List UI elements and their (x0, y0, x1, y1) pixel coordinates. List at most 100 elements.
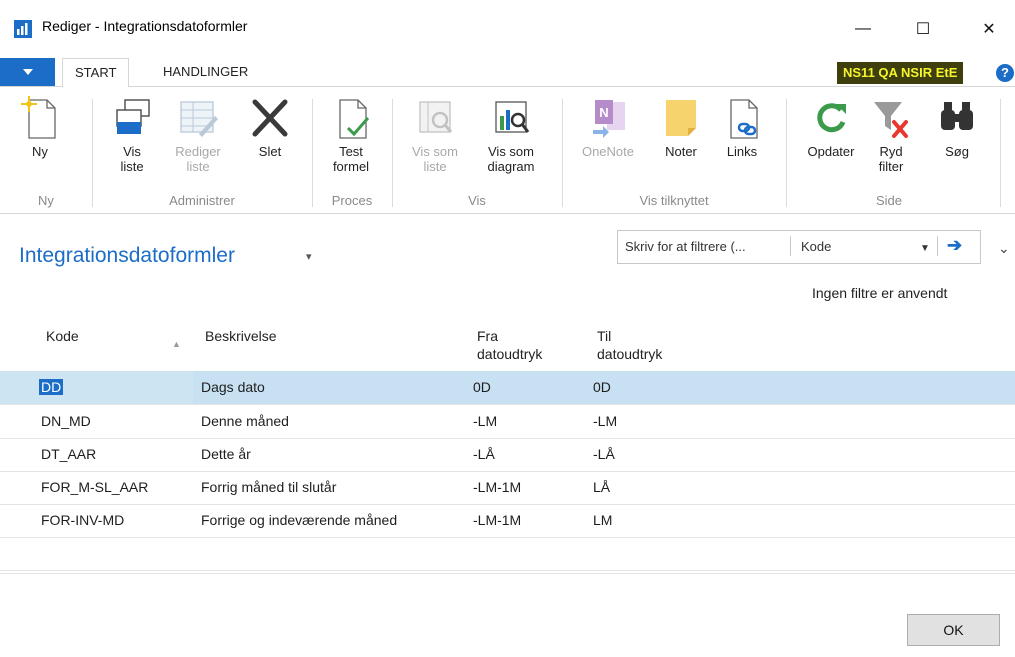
delete-x-icon (252, 99, 288, 137)
onenote-label: OneNote (581, 144, 635, 159)
link-icon (730, 99, 758, 139)
cell-fra[interactable]: -LM-1M (473, 512, 521, 528)
column-header-til-datoudtryk[interactable]: Til datoudtryk (597, 327, 662, 363)
table-row[interactable]: DT_AAR Dette år -LÅ -LÅ (0, 438, 1015, 472)
column-header-kode[interactable]: Kode (46, 327, 79, 345)
dropdown-arrow-icon[interactable]: ▼ (920, 243, 930, 254)
cell-til[interactable]: LÅ (593, 479, 610, 495)
test-formula-button[interactable]: Test formel (326, 96, 376, 174)
sticky-note-icon (666, 100, 696, 136)
cell-beskrivelse[interactable]: Dette år (201, 446, 251, 462)
show-as-list-icon (419, 101, 453, 133)
table-row[interactable]: DN_MD Denne måned -LM -LM (0, 405, 1015, 439)
notes-button[interactable]: Noter (656, 96, 706, 159)
group-label-ny: Ny (38, 193, 54, 208)
minimize-icon: — (855, 20, 871, 37)
tab-start[interactable]: START (62, 58, 130, 88)
cell-til[interactable]: -LM (593, 413, 617, 429)
window-title: Rediger - Integrationsdatoformler (42, 18, 248, 34)
cell-kode[interactable]: DD (39, 379, 64, 395)
cell-beskrivelse[interactable]: Forrig måned til slutår (201, 479, 336, 495)
binoculars-icon (941, 102, 973, 130)
delete-button[interactable]: Slet (246, 96, 294, 159)
chevron-down-icon[interactable]: ⌄ (998, 240, 1010, 257)
ribbon-separator (786, 99, 787, 207)
clear-filter-icon (874, 102, 908, 138)
edit-list-button[interactable]: Rediger liste (168, 96, 228, 174)
group-label-proces: Proces (331, 193, 373, 208)
cell-til[interactable]: -LÅ (593, 446, 615, 462)
new-document-icon (21, 96, 56, 139)
ribbon-separator (312, 99, 313, 207)
filter-divider (790, 236, 791, 256)
column-header-beskrivelse[interactable]: Beskrivelse (205, 327, 277, 345)
table-row[interactable]: FOR-INV-MD Forrige og indeværende måned … (0, 504, 1015, 538)
column-header-label: Beskrivelse (205, 328, 277, 344)
app-icon (14, 20, 32, 38)
view-list-label-2: liste (120, 159, 144, 174)
page-title[interactable]: Integrationsdatoformler (19, 244, 235, 268)
onenote-button[interactable]: N OneNote (574, 96, 642, 159)
column-header-label: Til (597, 328, 612, 344)
close-icon: ✕ (982, 21, 996, 38)
cell-fra[interactable]: -LÅ (473, 446, 495, 462)
cell-fra[interactable]: -LM (473, 413, 497, 429)
cell-beskrivelse[interactable]: Forrige og indeværende måned (201, 512, 397, 528)
filter-field-select[interactable]: Kode (801, 239, 831, 254)
cell-fra[interactable]: 0D (473, 379, 491, 395)
maximize-icon: ☐ (915, 21, 931, 38)
cell-kode[interactable]: DN_MD (41, 413, 91, 429)
filter-input[interactable]: Skriv for at filtrere (... (625, 239, 746, 254)
cell-kode[interactable]: FOR_M-SL_AAR (41, 479, 148, 495)
search-button[interactable]: Søg (934, 96, 980, 159)
show-as-list-label-2: liste (423, 159, 447, 174)
tab-handlinger[interactable]: HANDLINGER (151, 58, 260, 86)
footer-divider (0, 573, 1015, 574)
cell-beskrivelse[interactable]: Dags dato (201, 379, 265, 395)
maximize-button[interactable]: ☐ (900, 14, 946, 44)
show-as-list-button[interactable]: Vis som liste (404, 96, 466, 174)
ribbon-separator (92, 99, 93, 207)
help-icon[interactable]: ? (996, 64, 1014, 82)
test-formula-label-1: Test (339, 144, 363, 159)
show-as-chart-label-2: diagram (487, 159, 535, 174)
view-list-icon (116, 99, 150, 134)
group-label-vis-tilknyttet: Vis tilknyttet (639, 193, 709, 208)
clear-filter-button[interactable]: Ryd filter (866, 96, 916, 174)
cell-til[interactable]: 0D (593, 379, 611, 395)
close-button[interactable]: ✕ (966, 14, 1012, 44)
minimize-button[interactable]: — (840, 14, 886, 44)
application-menu-button[interactable] (0, 58, 55, 86)
column-header-label: Fra (477, 328, 498, 344)
cell-kode[interactable]: FOR-INV-MD (41, 512, 124, 528)
ok-button[interactable]: OK (907, 614, 1000, 646)
test-formula-label-2: formel (332, 159, 370, 174)
table-row[interactable]: FOR_M-SL_AAR Forrig måned til slutår -LM… (0, 471, 1015, 505)
cell-til[interactable]: LM (593, 512, 612, 528)
column-header-label: Kode (46, 328, 79, 344)
chevron-down-icon[interactable]: ▾ (306, 250, 312, 263)
ribbon-separator (392, 99, 393, 207)
show-as-chart-button[interactable]: Vis som diagram (476, 96, 546, 174)
view-list-button[interactable]: Vis liste (110, 96, 154, 174)
column-header-label: datoudtryk (597, 346, 663, 362)
edit-list-icon (180, 101, 218, 137)
edit-list-label-1: Rediger (175, 144, 221, 159)
new-label: Ny (32, 144, 48, 159)
refresh-button[interactable]: Opdater (798, 96, 864, 159)
group-label-vis: Vis (468, 193, 486, 208)
filter-status-text: Ingen filtre er anvendt (812, 285, 948, 301)
table-row[interactable]: DD Dags dato 0D 0D (0, 371, 1015, 405)
column-header-fra-datoudtryk[interactable]: Fra datoudtryk (477, 327, 542, 363)
cell-beskrivelse[interactable]: Denne måned (201, 413, 289, 429)
filter-divider (937, 236, 938, 256)
refresh-label: Opdater (807, 144, 855, 159)
arrow-right-icon[interactable]: ➔ (947, 235, 962, 256)
svg-text:N: N (599, 105, 608, 120)
refresh-icon (817, 103, 846, 133)
cell-kode[interactable]: DT_AAR (41, 446, 96, 462)
cell-fra[interactable]: -LM-1M (473, 479, 521, 495)
table-row-empty[interactable] (0, 537, 1015, 571)
new-button[interactable]: Ny (18, 96, 62, 159)
links-button[interactable]: Links (718, 96, 766, 159)
